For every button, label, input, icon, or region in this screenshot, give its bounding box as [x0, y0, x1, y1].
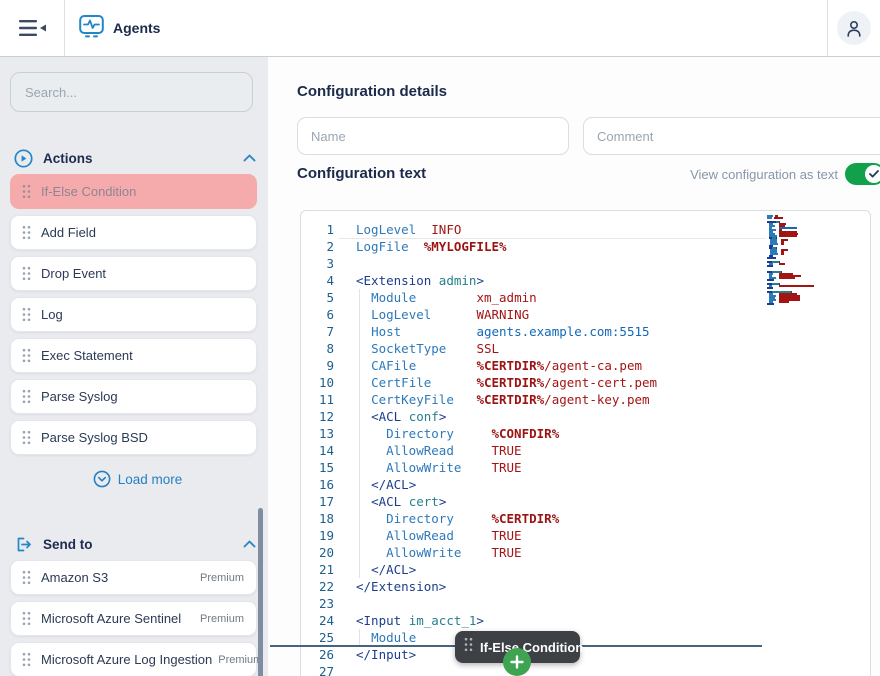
module-label: Log — [41, 307, 244, 322]
module-item-log[interactable]: Log — [10, 297, 257, 332]
editor-line-numbers: 1234567891011121314151617181920212223242… — [301, 221, 334, 676]
load-more-label: Load more — [118, 472, 183, 487]
toggle-knob-check-icon — [865, 165, 880, 183]
code-line-13[interactable]: Directory %CONFDIR% — [356, 425, 766, 442]
sidebar-scrollbar[interactable] — [258, 508, 263, 676]
section-label: Actions — [43, 151, 243, 166]
code-line-10[interactable]: CertFile %CERTDIR%/agent-cert.pem — [356, 374, 766, 391]
code-line-23[interactable] — [356, 595, 766, 612]
drop-add-plus-icon — [503, 648, 531, 676]
code-line-20[interactable]: AllowWrite TRUE — [356, 544, 766, 561]
code-line-9[interactable]: CAFile %CERTDIR%/agent-ca.pem — [356, 357, 766, 374]
module-label: Exec Statement — [41, 348, 244, 363]
code-line-19[interactable]: AllowRead TRUE — [356, 527, 766, 544]
module-label: Drop Event — [41, 266, 244, 281]
module-label: Add Field — [41, 225, 244, 240]
module-item-amazon-s3[interactable]: Amazon S3 Premium — [10, 560, 257, 595]
section-label: Send to — [43, 537, 243, 552]
editor-minimap[interactable] — [767, 215, 847, 305]
section-header-actions: Actions — [14, 148, 256, 168]
module-item-parse-syslog-bsd[interactable]: Parse Syslog BSD — [10, 420, 257, 455]
module-item-microsoft-azure-sentinel[interactable]: Microsoft Azure Sentinel Premium — [10, 601, 257, 636]
module-label: Microsoft Azure Sentinel — [41, 611, 194, 626]
drag-handle-icon[interactable] — [22, 307, 31, 322]
code-line-7[interactable]: Host agents.example.com:5515 — [356, 323, 766, 340]
drag-handle-icon[interactable] — [22, 266, 31, 281]
module-item-exec-statement[interactable]: Exec Statement — [10, 338, 257, 373]
section-header-send-to: Send to — [14, 534, 256, 554]
collapse-sidebar-icon[interactable] — [0, 0, 64, 56]
module-item-parse-syslog[interactable]: Parse Syslog — [10, 379, 257, 414]
search-input[interactable] — [10, 72, 253, 112]
premium-badge: Premium — [200, 572, 244, 584]
code-line-8[interactable]: SocketType SSL — [356, 340, 766, 357]
code-line-24[interactable]: <Input im_acct_1> — [356, 612, 766, 629]
module-item-if-else-condition[interactable]: If-Else Condition — [10, 174, 257, 209]
drag-handle-icon[interactable] — [22, 389, 31, 404]
page-title: Agents — [113, 20, 160, 36]
drag-ghost-label: If-Else Condition — [480, 640, 583, 655]
drag-handle-icon[interactable] — [22, 184, 31, 199]
code-line-11[interactable]: CertKeyFile %CERTDIR%/agent-key.pem — [356, 391, 766, 408]
module-label: If-Else Condition — [41, 184, 244, 199]
load-more-button[interactable]: Load more — [0, 468, 268, 490]
sidebar-sections: Actions If-Else Condition Add Field Drop… — [0, 148, 268, 676]
view-as-text-toggle[interactable] — [845, 163, 880, 185]
code-line-17[interactable]: <ACL cert> — [356, 493, 766, 510]
drag-handle-icon[interactable] — [22, 430, 31, 445]
code-line-14[interactable]: AllowRead TRUE — [356, 442, 766, 459]
code-line-15[interactable]: AllowWrite TRUE — [356, 459, 766, 476]
module-label: Parse Syslog BSD — [41, 430, 244, 445]
drag-handle-icon[interactable] — [22, 611, 31, 626]
header-divider — [64, 0, 65, 56]
name-field[interactable] — [297, 117, 569, 155]
module-item-microsoft-azure-log-ingestion[interactable]: Microsoft Azure Log IngestionPremium — [10, 642, 257, 676]
module-label: Parse Syslog — [41, 389, 244, 404]
view-as-text-label: View configuration as text — [668, 167, 838, 182]
main-panel: Configuration details Configuration text… — [268, 57, 880, 676]
code-line-4[interactable]: <Extension admin> — [356, 272, 766, 289]
play-circle-icon — [14, 149, 33, 168]
configuration-text-heading: Configuration text — [297, 165, 426, 182]
code-line-27[interactable] — [356, 663, 766, 676]
module-item-add-field[interactable]: Add Field — [10, 215, 257, 250]
code-line-12[interactable]: <ACL conf> — [356, 408, 766, 425]
send-to-icon — [14, 535, 33, 554]
agents-monitor-icon — [79, 13, 104, 44]
code-line-18[interactable]: Directory %CERTDIR% — [356, 510, 766, 527]
configuration-details-heading: Configuration details — [297, 83, 447, 100]
drag-handle-icon[interactable] — [22, 652, 31, 667]
module-item-drop-event[interactable]: Drop Event — [10, 256, 257, 291]
user-avatar[interactable] — [837, 11, 871, 45]
premium-badge: Premium — [200, 613, 244, 625]
module-label: Amazon S3 — [41, 570, 194, 585]
code-line-1[interactable]: LogLevel INFO — [356, 221, 766, 238]
module-label: Microsoft Azure Log Ingestion — [41, 652, 212, 667]
code-line-2[interactable]: LogFile %MYLOGFILE% — [356, 238, 766, 255]
drag-handle-icon — [464, 637, 473, 657]
code-line-3[interactable] — [356, 255, 766, 272]
chevron-down-circle-icon — [93, 470, 111, 488]
chevron-up-icon[interactable] — [243, 154, 256, 162]
code-line-5[interactable]: Module xm_admin — [356, 289, 766, 306]
comment-field[interactable] — [583, 117, 880, 155]
code-line-22[interactable]: </Extension> — [356, 578, 766, 595]
chevron-up-icon[interactable] — [243, 540, 256, 548]
app-header: Agents — [0, 0, 880, 57]
drag-handle-icon[interactable] — [22, 570, 31, 585]
drag-handle-icon[interactable] — [22, 348, 31, 363]
code-line-21[interactable]: </ACL> — [356, 561, 766, 578]
modules-sidebar: Actions If-Else Condition Add Field Drop… — [0, 57, 268, 676]
code-line-6[interactable]: LogLevel WARNING — [356, 306, 766, 323]
code-line-16[interactable]: </ACL> — [356, 476, 766, 493]
editor-code-lines: LogLevel INFOLogFile %MYLOGFILE% <Extensi… — [356, 221, 766, 676]
drag-handle-icon[interactable] — [22, 225, 31, 240]
premium-badge: Premium — [218, 654, 262, 666]
configuration-code-editor[interactable]: 1234567891011121314151617181920212223242… — [300, 210, 871, 676]
